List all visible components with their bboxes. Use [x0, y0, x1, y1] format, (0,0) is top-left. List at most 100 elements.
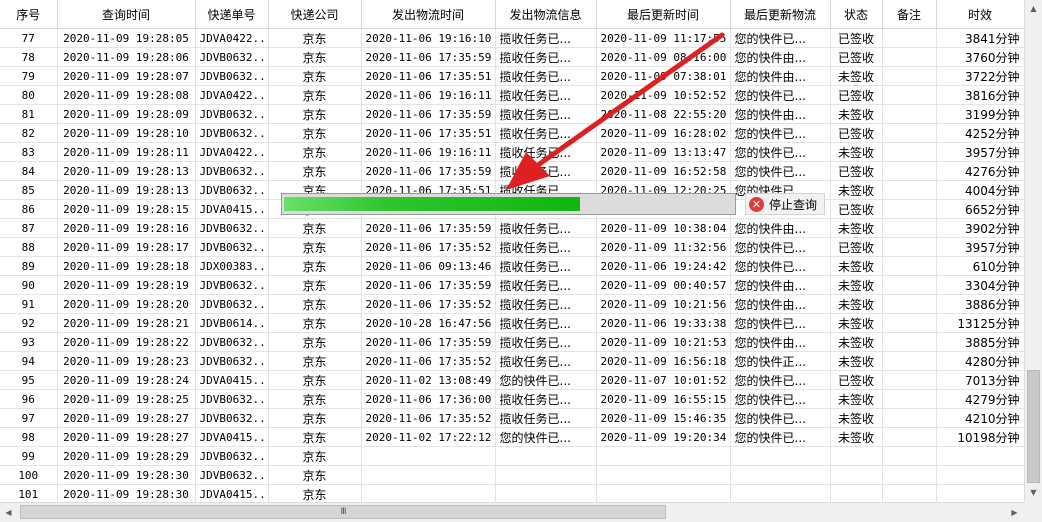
table-cell: JDVB0632...: [195, 465, 269, 485]
table-row[interactable]: 84 2020-11-09 19:28:13 JDVB0632... 京东 2020-1…: [0, 161, 1024, 181]
table-cell: 2020-11-09 19:28:25: [57, 389, 196, 409]
table-cell: 3957分钟: [936, 237, 1024, 257]
table-row[interactable]: 97 2020-11-09 19:28:27 JDVB0632... 京东 2020-1…: [0, 408, 1024, 428]
table-cell: 3885分钟: [936, 332, 1024, 352]
table-cell: 2020-11-09 19:28:05: [57, 28, 196, 48]
table-cell: 揽收任务已...: [495, 161, 597, 181]
table-row[interactable]: 94 2020-11-09 19:28:23 JDVB0632... 京东 2020-1…: [0, 351, 1024, 371]
table-cell: JDVB0614...: [195, 313, 269, 333]
column-header[interactable]: 序号: [0, 0, 58, 29]
column-header[interactable]: 时效: [936, 0, 1024, 29]
table-cell: 揽收任务已...: [495, 294, 597, 314]
table-cell: 2020-11-09 00:40:57: [596, 275, 731, 295]
table-cell: 2020-11-06 17:35:59: [361, 218, 496, 238]
table-cell: 已签收: [830, 47, 883, 67]
column-header[interactable]: 备注: [882, 0, 937, 29]
table-cell: 京东: [268, 275, 362, 295]
table-cell: 2020-10-28 16:47:56: [361, 313, 496, 333]
table-cell: [936, 446, 1024, 466]
table-row[interactable]: 83 2020-11-09 19:28:11 JDVA0422... 京东 2020-1…: [0, 142, 1024, 162]
horizontal-scrollbar[interactable]: ◀ III ▶: [0, 502, 1024, 522]
table-cell: 您的快件已...: [495, 370, 597, 390]
table-cell: JDVB0632...: [195, 332, 269, 352]
table-row[interactable]: 95 2020-11-09 19:28:24 JDVA0415... 京东 2020-1…: [0, 370, 1024, 390]
table-row[interactable]: 96 2020-11-09 19:28:25 JDVB0632... 京东 2020-1…: [0, 389, 1024, 409]
table-row[interactable]: 92 2020-11-09 19:28:21 JDVB0614... 京东 2020-1…: [0, 313, 1024, 333]
table-row[interactable]: 89 2020-11-09 19:28:18 JDX00383... 京东 2020-1…: [0, 256, 1024, 276]
table-cell: 您的快件已...: [730, 408, 831, 428]
table-cell: 3886分钟: [936, 294, 1024, 314]
column-header[interactable]: 发出物流时间: [361, 0, 496, 29]
table-row[interactable]: 80 2020-11-09 19:28:08 JDVA0422... 京东 2020-1…: [0, 85, 1024, 105]
table-cell: JDVB0632...: [195, 294, 269, 314]
scroll-down-arrow-icon[interactable]: ▼: [1025, 484, 1042, 501]
table-cell: 3902分钟: [936, 218, 1024, 238]
vertical-scrollbar[interactable]: ▲ ▼: [1024, 0, 1042, 502]
table-row[interactable]: 101 2020-11-09 19:28:30 JDVA0415... 京东: [0, 484, 1024, 502]
table-cell: JDVB0632...: [195, 275, 269, 295]
table-cell: JDVB0632...: [195, 446, 269, 466]
table-row[interactable]: 81 2020-11-09 19:28:09 JDVB0632... 京东 2020-1…: [0, 104, 1024, 124]
table-cell: 4210分钟: [936, 408, 1024, 428]
table-cell: 2020-11-09 19:28:24: [57, 370, 196, 390]
table-cell: [882, 66, 937, 86]
column-header[interactable]: 查询时间: [57, 0, 196, 29]
table-cell: 揽收任务已...: [495, 313, 597, 333]
table-cell: 86: [0, 199, 58, 219]
table-row[interactable]: 100 2020-11-09 19:28:30 JDVB0632... 京东: [0, 465, 1024, 485]
table-cell: 3304分钟: [936, 275, 1024, 295]
table-cell: 3760分钟: [936, 47, 1024, 67]
table-cell: JDVB0632...: [195, 123, 269, 143]
column-header[interactable]: 最后更新物流: [730, 0, 831, 29]
table-row[interactable]: 91 2020-11-09 19:28:20 JDVB0632... 京东 2020-1…: [0, 294, 1024, 314]
vertical-scroll-thumb[interactable]: [1027, 370, 1040, 483]
column-header[interactable]: 最后更新时间: [596, 0, 731, 29]
table-cell: [936, 465, 1024, 485]
table-row[interactable]: 98 2020-11-09 19:28:27 JDVA0415... 京东 2020-1…: [0, 427, 1024, 447]
horizontal-scroll-thumb[interactable]: III: [20, 505, 666, 519]
table-cell: 2020-11-06 19:16:11: [361, 142, 496, 162]
table-cell: 未签收: [830, 275, 883, 295]
table-row[interactable]: 99 2020-11-09 19:28:29 JDVB0632... 京东: [0, 446, 1024, 466]
table-cell: 2020-11-02 17:22:12: [361, 427, 496, 447]
stop-query-button[interactable]: ✕ 停止查询: [745, 193, 825, 215]
column-header[interactable]: 快递单号: [195, 0, 269, 29]
table-cell: [882, 446, 937, 466]
table-cell: 已签收: [830, 85, 883, 105]
table-cell: 87: [0, 218, 58, 238]
table-cell: JDVB0632...: [195, 237, 269, 257]
table-cell: JDVA0415...: [195, 199, 269, 219]
table-row[interactable]: 88 2020-11-09 19:28:17 JDVB0632... 京东 2020-1…: [0, 237, 1024, 257]
table-row[interactable]: 77 2020-11-09 19:28:05 JDVA0422... 京东 2020-1…: [0, 28, 1024, 48]
table-cell: 揽收任务已...: [495, 332, 597, 352]
table-cell: [596, 446, 731, 466]
table-cell: [882, 427, 937, 447]
stop-icon: ✕: [749, 196, 764, 212]
table-row[interactable]: 93 2020-11-09 19:28:22 JDVB0632... 京东 2020-1…: [0, 332, 1024, 352]
table-row[interactable]: 90 2020-11-09 19:28:19 JDVB0632... 京东 2020-1…: [0, 275, 1024, 295]
table-cell: 2020-11-06 17:35:52: [361, 294, 496, 314]
table-row[interactable]: 82 2020-11-09 19:28:10 JDVB0632... 京东 2020-1…: [0, 123, 1024, 143]
table-cell: [830, 484, 883, 502]
stop-query-label: 停止查询: [769, 197, 818, 212]
scroll-right-arrow-icon[interactable]: ▶: [1006, 503, 1023, 522]
table-cell: 未签收: [830, 389, 883, 409]
column-header[interactable]: 快递公司: [268, 0, 362, 29]
table-cell: 2020-11-09 19:28:09: [57, 104, 196, 124]
table-cell: 京东: [268, 66, 362, 86]
table-body: 77 2020-11-09 19:28:05 JDVA0422... 京东 2020-1…: [0, 28, 1024, 502]
table-cell: 未签收: [830, 66, 883, 86]
column-header[interactable]: 发出物流信息: [495, 0, 597, 29]
scroll-left-arrow-icon[interactable]: ◀: [0, 503, 17, 522]
table-row[interactable]: 79 2020-11-09 19:28:07 JDVB0632... 京东 2020-1…: [0, 66, 1024, 86]
table-row[interactable]: 87 2020-11-09 19:28:16 JDVB0632... 京东 2020-1…: [0, 218, 1024, 238]
table-cell: [882, 85, 937, 105]
table-cell: JDVB0632...: [195, 218, 269, 238]
scroll-up-arrow-icon[interactable]: ▲: [1025, 0, 1042, 17]
table-cell: 2020-11-09 19:28:30: [57, 465, 196, 485]
table-row[interactable]: 78 2020-11-09 19:28:06 JDVB0632... 京东 2020-1…: [0, 47, 1024, 67]
column-header[interactable]: 状态: [830, 0, 883, 29]
table-cell: 揽收任务已...: [495, 275, 597, 295]
table-cell: 京东: [268, 484, 362, 502]
table-cell: 2020-11-07 10:01:52: [596, 370, 731, 390]
